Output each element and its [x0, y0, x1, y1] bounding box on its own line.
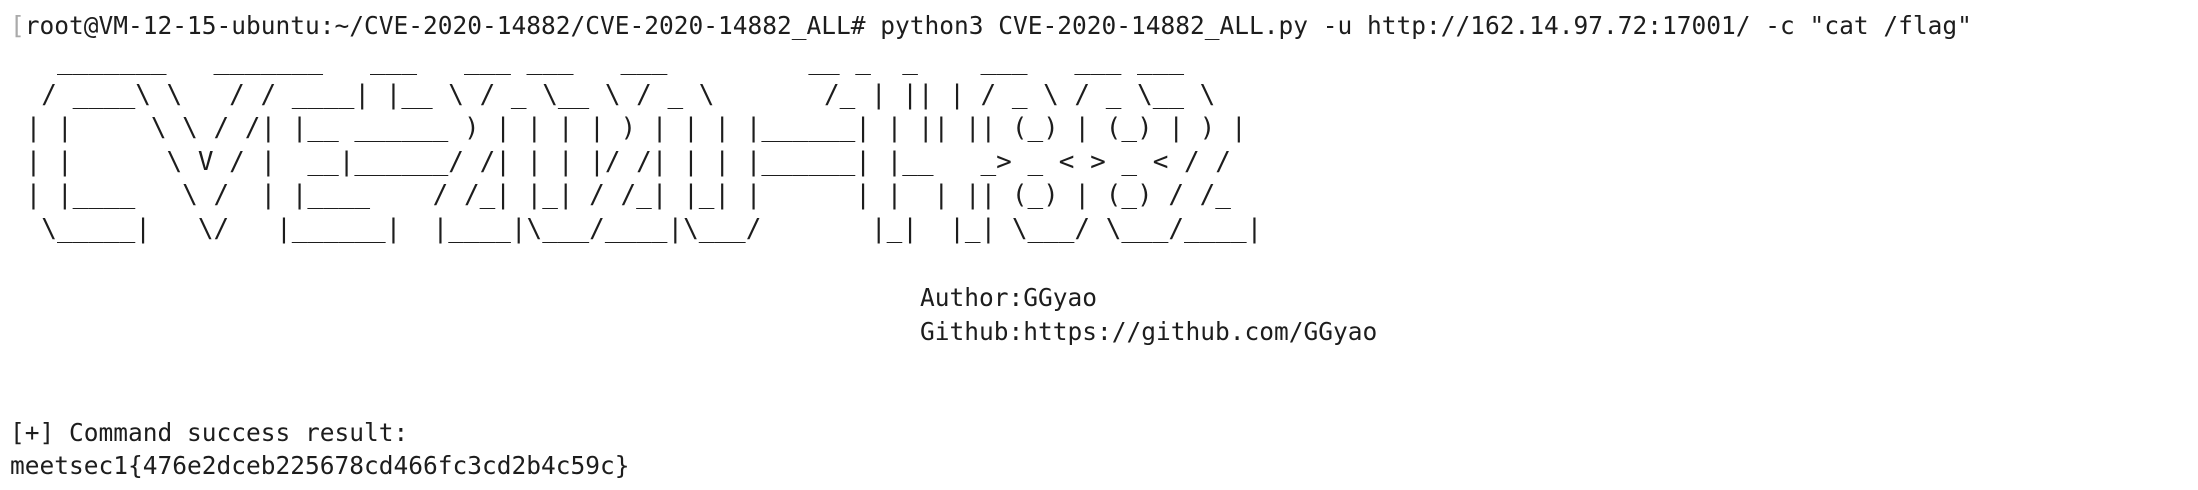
ascii-banner: _______ _______ ___ ___ ___ ___ __ _ _ _… — [25, 46, 1263, 244]
github-line: Github:https://github.com/GGyao — [920, 317, 1378, 346]
line-marker: [ — [10, 11, 25, 40]
result-output: meetsec1{476e2dceb225678cd466fc3cd2b4c59… — [10, 451, 630, 480]
result-status: [+] Command success result: — [10, 418, 409, 447]
terminal-window[interactable]: [root@VM-12-15-ubuntu:~/CVE-2020-14882/C… — [0, 0, 2198, 490]
shell-prompt: root@VM-12-15-ubuntu:~/CVE-2020-14882/CV… — [24, 11, 866, 40]
command-text: python3 CVE-2020-14882_ALL.py -u http://… — [880, 11, 1972, 40]
author-line: Author:GGyao — [920, 283, 1098, 312]
command-line: [root@VM-12-15-ubuntu:~/CVE-2020-14882/C… — [10, 9, 1972, 42]
